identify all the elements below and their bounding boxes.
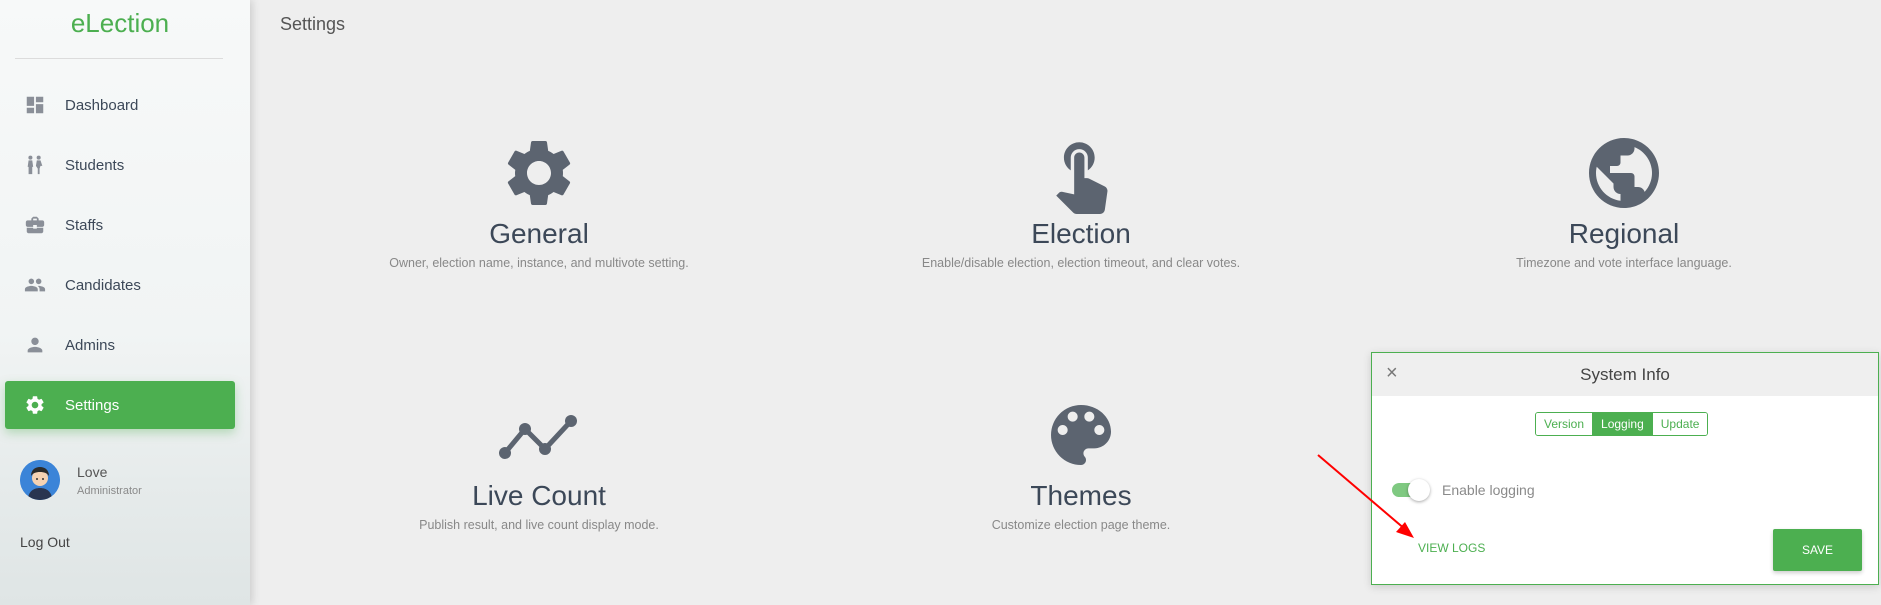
trend-line-icon bbox=[329, 392, 749, 478]
card-description: Enable/disable election, election timeou… bbox=[921, 256, 1241, 270]
sidebar-item-settings[interactable]: Settings bbox=[5, 381, 235, 429]
system-info-tabs: Version Logging Update bbox=[1535, 412, 1709, 436]
logging-toggle-row: Enable logging bbox=[1392, 479, 1535, 501]
sidebar-item-admins[interactable]: Admins bbox=[5, 321, 235, 369]
settings-card-themes[interactable]: Themes Customize election page theme. bbox=[871, 392, 1291, 532]
divider bbox=[15, 58, 223, 59]
briefcase-icon bbox=[23, 213, 47, 237]
card-description: Owner, election name, instance, and mult… bbox=[389, 256, 689, 270]
sidebar-item-label: Admins bbox=[65, 336, 116, 354]
sidebar-item-label: Staffs bbox=[65, 216, 104, 234]
card-title: Election bbox=[1031, 218, 1131, 249]
toggle-label: Enable logging bbox=[1442, 482, 1535, 498]
sidebar-item-label: Dashboard bbox=[65, 96, 139, 114]
settings-card-regional[interactable]: Regional Timezone and vote interface lan… bbox=[1414, 130, 1834, 270]
sidebar-item-label: Settings bbox=[65, 396, 120, 414]
globe-icon bbox=[1414, 130, 1834, 216]
tab-version[interactable]: Version bbox=[1536, 413, 1594, 435]
user-profile[interactable]: Love Administrator bbox=[20, 460, 142, 500]
brand-logo[interactable]: eLection bbox=[0, 8, 240, 39]
system-info-dialog: × System Info Version Logging Update Ena… bbox=[1371, 352, 1879, 585]
sidebar-item-dashboard[interactable]: Dashboard bbox=[5, 81, 235, 129]
touch-icon bbox=[871, 130, 1291, 216]
settings-card-general[interactable]: General Owner, election name, instance, … bbox=[329, 130, 749, 270]
enable-logging-toggle[interactable] bbox=[1392, 479, 1430, 501]
user-name: Love bbox=[77, 463, 108, 480]
gear-icon bbox=[23, 393, 47, 417]
toggle-knob bbox=[1408, 479, 1430, 501]
card-title: Regional bbox=[1568, 218, 1680, 249]
sidebar-item-label: Students bbox=[65, 156, 125, 174]
dialog-title: System Info bbox=[1580, 365, 1670, 384]
palette-icon bbox=[871, 392, 1291, 478]
logout-link[interactable]: Log Out bbox=[20, 534, 70, 550]
card-description: Customize election page theme. bbox=[991, 518, 1171, 532]
save-button[interactable]: SAVE bbox=[1773, 529, 1862, 571]
sidebar-item-staffs[interactable]: Staffs bbox=[5, 201, 235, 249]
tab-logging[interactable]: Logging bbox=[1593, 413, 1653, 435]
card-description: Timezone and vote interface language. bbox=[1516, 256, 1732, 270]
settings-card-live-count[interactable]: Live Count Publish result, and live coun… bbox=[329, 392, 749, 532]
gear-icon bbox=[329, 130, 749, 216]
view-logs-button[interactable]: VIEW LOGS bbox=[1418, 541, 1485, 555]
page-title: Settings bbox=[280, 14, 346, 34]
card-description: Publish result, and live count display m… bbox=[419, 518, 659, 532]
sidebar-item-students[interactable]: Students bbox=[5, 141, 235, 189]
card-title: General bbox=[489, 218, 589, 249]
people-icon bbox=[23, 273, 47, 297]
sidebar-item-label: Candidates bbox=[65, 276, 141, 294]
person-icon bbox=[23, 333, 47, 357]
students-icon bbox=[23, 153, 47, 177]
user-role: Administrator bbox=[77, 484, 142, 497]
avatar bbox=[20, 460, 60, 500]
card-title: Themes bbox=[1030, 480, 1132, 511]
settings-card-election[interactable]: Election Enable/disable election, electi… bbox=[871, 130, 1291, 270]
sidebar: eLection Dashboard Students Staffs Candi… bbox=[0, 0, 250, 605]
dialog-header: × System Info bbox=[1372, 353, 1878, 396]
sidebar-item-candidates[interactable]: Candidates bbox=[5, 261, 235, 309]
card-title: Live Count bbox=[472, 480, 606, 511]
dashboard-icon bbox=[23, 93, 47, 117]
tab-update[interactable]: Update bbox=[1652, 413, 1708, 435]
